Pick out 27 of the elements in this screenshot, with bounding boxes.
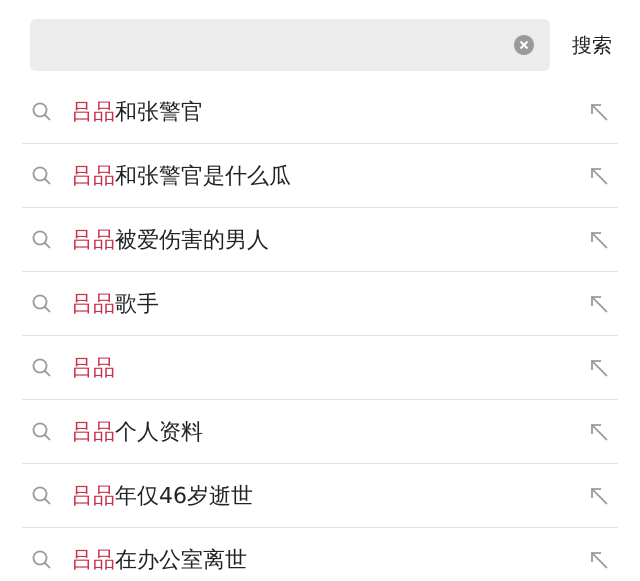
search-icon	[32, 422, 51, 441]
search-icon	[32, 358, 51, 377]
fill-arrow-icon[interactable]	[590, 230, 608, 248]
search-icon	[32, 550, 51, 569]
suggestion-item[interactable]: 吕品个人资料	[71, 416, 590, 446]
suggestion-item[interactable]: 吕品歌手	[71, 288, 590, 318]
fill-arrow-icon[interactable]	[590, 486, 608, 504]
suggestion-item[interactable]: 吕品年仅46岁逝世	[71, 480, 590, 510]
suggestion-item[interactable]: 吕品和张警官	[71, 96, 590, 126]
fill-arrow-icon[interactable]	[590, 102, 608, 120]
fill-arrow-icon[interactable]	[590, 166, 608, 184]
search-icon	[32, 294, 51, 313]
suggestion-item[interactable]: 吕品和张警官是什么瓜	[71, 160, 590, 190]
suggestion-item[interactable]: 吕品	[71, 352, 590, 382]
fill-arrow-icon[interactable]	[590, 358, 608, 376]
fill-arrow-icon[interactable]	[590, 294, 608, 312]
search-field[interactable]	[30, 19, 550, 71]
suggestion-item[interactable]: 吕品被爱伤害的男人	[71, 224, 590, 254]
fill-arrow-icon[interactable]	[590, 550, 608, 568]
search-icon	[32, 486, 51, 505]
search-icon	[32, 166, 51, 185]
search-icon	[32, 230, 51, 249]
search-button[interactable]: 搜索	[572, 32, 612, 58]
fill-arrow-icon[interactable]	[590, 422, 608, 440]
search-icon	[32, 102, 51, 121]
clear-icon[interactable]	[514, 35, 534, 55]
suggestion-item[interactable]: 吕品在办公室离世	[71, 544, 590, 574]
